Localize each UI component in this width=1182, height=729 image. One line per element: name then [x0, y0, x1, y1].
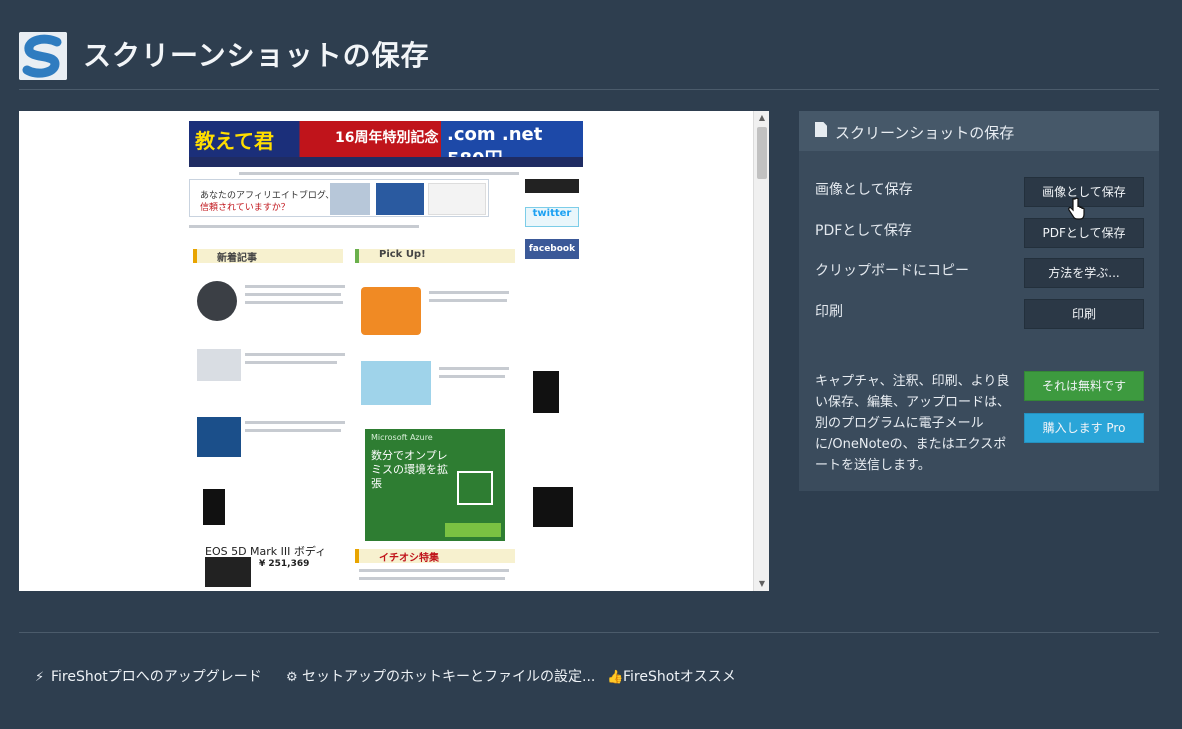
site-thumb — [533, 487, 573, 527]
site-line — [245, 421, 345, 424]
preview-scrollbar[interactable]: ▲ ▼ — [753, 111, 769, 591]
site-thumb — [197, 349, 241, 381]
site-widget — [525, 179, 579, 193]
panel-title: スクリーンショットの保存 — [835, 124, 1015, 142]
site-heading: Pick Up! — [355, 249, 515, 263]
upgrade-link[interactable]: ⚡ FireShotプロへのアップグレード — [35, 666, 262, 686]
site-thumb — [533, 371, 559, 413]
site-line — [429, 291, 509, 294]
hand-cursor-icon — [1068, 197, 1085, 220]
hotkey-settings-link[interactable]: ⚙ セットアップのホットキーとファイルの設定... — [286, 666, 595, 686]
print-label: 印刷 — [815, 304, 843, 320]
site-line — [245, 353, 345, 356]
site-twitter: twitter — [525, 207, 579, 227]
site-thumb — [203, 489, 225, 525]
footer-divider — [19, 632, 1159, 633]
promo-text: キャプチャ、注釈、印刷、より良い保存、編集、アップロードは、別のプログラムに電子… — [815, 374, 1011, 473]
site-line — [359, 569, 509, 572]
site-thumb — [361, 287, 421, 335]
captured-page-thumbnail: 教えて君 16周年特別記念 .com .net 580円 あなたのアフィリエイト… — [189, 121, 583, 591]
site-line — [189, 225, 419, 228]
copy-to-clipboard-label: クリップボードにコピー — [815, 263, 969, 279]
app-title: スクリーンショットの保存 — [83, 39, 430, 72]
site-nav — [189, 157, 583, 167]
site-heading: 新着記事 — [193, 249, 343, 264]
scroll-up-arrow-icon[interactable]: ▲ — [754, 111, 769, 125]
learn-how-button[interactable]: 方法を学ぶ... — [1024, 258, 1144, 288]
site-azure-ad: Microsoft Azure 数分でオンプレミスの環境を拡張 — [365, 429, 505, 541]
site-line — [359, 577, 505, 580]
fireshot-logo-icon — [19, 32, 67, 80]
banner-brand: 教えて君 — [195, 129, 274, 153]
gear-icon: ⚙ — [286, 670, 298, 685]
site-line — [245, 301, 343, 304]
panel-header: スクリーンショットの保存 — [799, 111, 1159, 151]
banner-campaign: 16周年特別記念 — [335, 130, 439, 146]
site-line — [245, 361, 337, 364]
site-facebook: facebook — [525, 239, 579, 259]
site-thumb — [197, 281, 237, 321]
print-button[interactable]: 印刷 — [1024, 299, 1144, 329]
site-line — [245, 429, 341, 432]
site-banner: 教えて君 16周年特別記念 .com .net 580円 — [189, 121, 583, 170]
fireshot-recommend-link[interactable]: 👍FireShotオススメ — [607, 666, 736, 686]
bolt-icon: ⚡ — [35, 670, 45, 685]
scroll-thumb[interactable] — [757, 127, 767, 179]
site-line — [245, 285, 345, 288]
save-panel: スクリーンショットの保存 画像として保存 画像として保存 PDFとして保存 PD… — [799, 111, 1159, 491]
site-line — [239, 172, 519, 175]
site-thumb — [197, 417, 241, 457]
site-product-price: ¥ 251,369 — [259, 559, 310, 569]
site-line — [245, 293, 341, 296]
buy-pro-button[interactable]: 購入します Pro — [1024, 413, 1144, 443]
save-as-image-label: 画像として保存 — [815, 182, 913, 198]
site-thumb — [205, 557, 251, 587]
site-heading: イチオシ特集 — [355, 549, 515, 564]
site-line — [439, 375, 505, 378]
site-ad-box: あなたのアフィリエイトブログ、 信頼されていますか？ — [189, 179, 489, 217]
save-as-pdf-label: PDFとして保存 — [815, 223, 912, 239]
free-button[interactable]: それは無料です — [1024, 371, 1144, 401]
site-line — [429, 299, 507, 302]
document-icon — [815, 122, 827, 137]
save-as-pdf-button[interactable]: PDFとして保存 — [1024, 218, 1144, 248]
site-thumb — [361, 361, 431, 405]
preview-canvas: 教えて君 16周年特別記念 .com .net 580円 あなたのアフィリエイト… — [29, 121, 742, 591]
thumbs-up-icon: 👍 — [607, 670, 624, 685]
site-line — [439, 367, 509, 370]
scroll-down-arrow-icon[interactable]: ▼ — [754, 577, 769, 591]
app-header: スクリーンショットの保存 — [19, 30, 1159, 90]
screenshot-preview[interactable]: 教えて君 16周年特別記念 .com .net 580円 あなたのアフィリエイト… — [19, 111, 769, 591]
